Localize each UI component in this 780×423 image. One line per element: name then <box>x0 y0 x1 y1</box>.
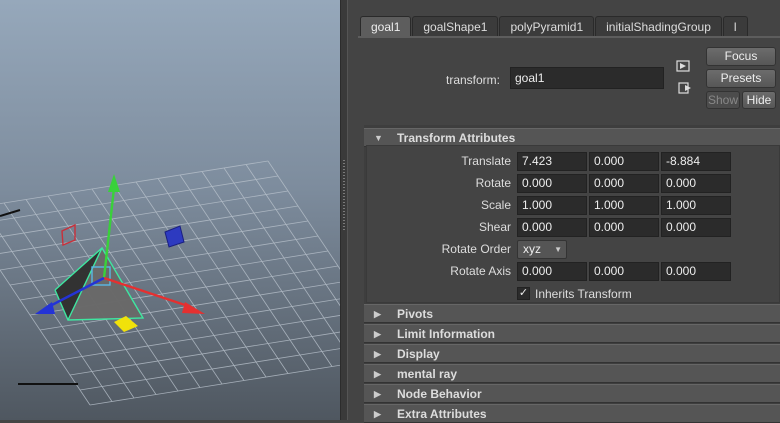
show-button[interactable]: Show <box>706 91 740 109</box>
grid-line <box>179 174 311 371</box>
rotate-axis-x-field[interactable]: 0.000 <box>517 262 587 281</box>
section-title: Node Behavior <box>397 387 482 401</box>
tab-goal1[interactable]: goal1 <box>360 16 412 36</box>
rotate-order-value: xyz <box>523 242 541 256</box>
presets-button[interactable]: Presets <box>706 69 776 88</box>
section-title: mental ray <box>397 367 458 381</box>
collapsed-arrow-icon: ▶ <box>374 329 381 339</box>
rotate-order-label: Rotate Order <box>441 242 511 256</box>
inherits-transform-label: Inherits Transform <box>535 287 632 301</box>
shear-z-field[interactable]: 0.000 <box>661 218 731 237</box>
inherits-transform-checkbox[interactable]: ✓ <box>517 287 530 300</box>
transform-label: transform: <box>446 73 501 87</box>
scale-label: Scale <box>480 198 511 212</box>
grid-line <box>0 160 269 205</box>
load-input-icon[interactable] <box>676 60 690 72</box>
grid-line <box>157 178 289 374</box>
tab-l[interactable]: l <box>722 16 748 36</box>
collapsed-arrow-icon: ▶ <box>374 409 381 419</box>
section-display[interactable]: ▶ Display <box>364 344 780 363</box>
transform-name-field[interactable] <box>510 67 664 89</box>
tab-goalshape1[interactable]: goalShape1 <box>412 16 499 36</box>
section-mental-ray[interactable]: ▶ mental ray <box>364 364 780 383</box>
collapsed-arrow-icon: ▶ <box>374 369 381 379</box>
grid-line <box>223 167 340 343</box>
shear-y-field[interactable]: 0.000 <box>589 218 659 237</box>
section-title: Display <box>397 347 440 361</box>
grid-line <box>69 331 340 376</box>
translate-z-field[interactable]: -8.884 <box>661 152 731 171</box>
tab-polypyramid1[interactable]: polyPyramid1 <box>499 16 595 36</box>
transform-attributes-body: Translate 7.423 0.000 -8.884 Rotate 0.000 0.00… <box>366 145 780 303</box>
translate-y-field[interactable]: 0.000 <box>589 152 659 171</box>
scale-y-field[interactable]: 1.000 <box>589 196 659 215</box>
collapsed-arrow-icon: ▶ <box>374 389 381 399</box>
section-title: Pivots <box>397 307 434 321</box>
shear-x-field[interactable]: 0.000 <box>517 218 587 237</box>
load-output-icon[interactable] <box>678 82 692 94</box>
grid-line <box>0 190 289 238</box>
rotate-label: Rotate <box>475 176 511 190</box>
grid-line <box>89 364 340 406</box>
translate-x-field[interactable]: 7.423 <box>517 152 587 171</box>
grid-line <box>201 171 333 367</box>
collapsed-arrow-icon: ▶ <box>374 309 381 319</box>
shear-label: Shear <box>478 220 511 234</box>
splitter-grip-icon[interactable] <box>343 160 345 230</box>
node-tabs: goal1 goalShape1 polyPyramid1 initialShadin… <box>360 16 780 36</box>
grid-line <box>135 181 267 378</box>
rotate-y-field[interactable]: 0.000 <box>589 174 659 193</box>
grid-line <box>0 220 309 271</box>
viewport-3d[interactable] <box>0 0 340 420</box>
panel-splitter[interactable] <box>340 0 348 420</box>
rotate-x-field[interactable]: 0.000 <box>517 174 587 193</box>
tab-initialshadinggroup[interactable]: initialShadingGroup <box>595 16 722 36</box>
grid-line <box>9 235 319 286</box>
grid-line <box>0 175 279 221</box>
section-limit-information[interactable]: ▶ Limit Information <box>364 324 780 343</box>
rotate-z-field[interactable]: 0.000 <box>661 174 731 193</box>
section-extra-attributes[interactable]: ▶ Extra Attributes <box>364 404 780 423</box>
rotate-order-dropdown[interactable]: xyz ▼ <box>517 240 567 259</box>
focus-button[interactable]: Focus <box>706 47 776 66</box>
section-title: Extra Attributes <box>397 407 487 421</box>
hide-button[interactable]: Hide <box>742 91 776 109</box>
rotate-axis-z-field[interactable]: 0.000 <box>661 262 731 281</box>
attribute-editor: goal1 goalShape1 polyPyramid1 initialShadin… <box>348 0 780 423</box>
rotate-axis-y-field[interactable]: 0.000 <box>589 262 659 281</box>
attribute-sections: ▼ Transform Attributes Translate 7.423 0.0… <box>364 125 780 423</box>
translate-label: Translate <box>461 154 511 168</box>
chevron-down-icon: ▼ <box>554 245 562 254</box>
viewport-scene <box>0 160 340 406</box>
ground-grid <box>0 160 340 406</box>
scale-x-field[interactable]: 1.000 <box>517 196 587 215</box>
tab-strip-divider <box>358 36 780 38</box>
section-title: Limit Information <box>397 327 495 341</box>
section-pivots[interactable]: ▶ Pivots <box>364 304 780 323</box>
grid-line <box>113 185 245 381</box>
section-node-behavior[interactable]: ▶ Node Behavior <box>364 384 780 403</box>
rotate-axis-label: Rotate Axis <box>450 264 511 278</box>
collapsed-arrow-icon: ▶ <box>374 349 381 359</box>
scale-z-field[interactable]: 1.000 <box>661 196 731 215</box>
